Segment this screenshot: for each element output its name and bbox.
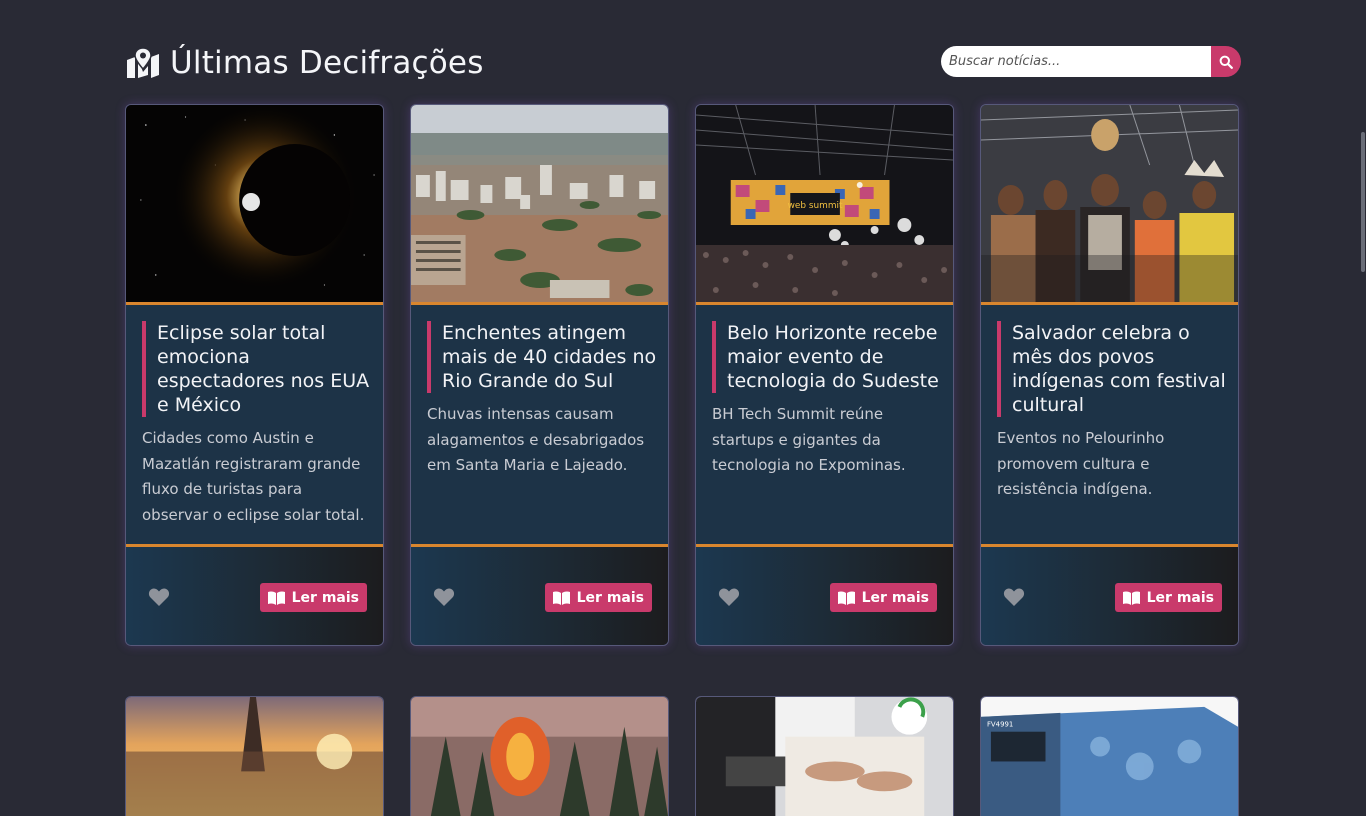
heart-icon <box>433 588 455 606</box>
solar-eclipse-photo <box>126 105 383 302</box>
card-footer: Ler mais <box>696 544 953 645</box>
news-card: Enchentes atingem mais de 40 cidades no … <box>410 104 669 646</box>
card-footer: Ler mais <box>126 544 383 645</box>
indigenous-festival-photo <box>981 105 1238 302</box>
heart-icon <box>718 588 740 606</box>
page-header: Últimas Decifrações <box>125 42 1241 84</box>
like-button[interactable] <box>718 587 740 607</box>
computer-operators-photo <box>696 697 953 816</box>
news-card: web summit Belo Horizonte recebe maior e… <box>695 104 954 646</box>
read-more-button[interactable]: Ler mais <box>259 583 367 612</box>
book-open-icon <box>1122 590 1140 605</box>
search-bar <box>941 46 1241 77</box>
book-open-icon <box>552 590 570 605</box>
read-more-label: Ler mais <box>576 589 644 606</box>
flooded-city-photo <box>411 105 668 302</box>
card-title[interactable]: Belo Horizonte recebe maior evento de te… <box>712 321 942 393</box>
search-input[interactable] <box>941 46 1211 77</box>
map-marked-icon <box>127 47 159 78</box>
svg-text:FV4991: FV4991 <box>987 721 1013 729</box>
page-title: Últimas Decifrações <box>170 45 484 81</box>
card-description: BH Tech Summit reúne startups e gigantes… <box>712 405 906 474</box>
card-image[interactable]: web summit <box>696 105 953 305</box>
card-image[interactable] <box>981 105 1238 305</box>
read-more-button[interactable]: Ler mais <box>544 583 652 612</box>
news-card[interactable] <box>695 696 954 816</box>
card-title[interactable]: Eclipse solar total emociona espectadore… <box>142 321 372 417</box>
read-more-label: Ler mais <box>861 589 929 606</box>
card-body: Belo Horizonte recebe maior evento de te… <box>712 321 942 479</box>
card-image[interactable] <box>411 105 668 305</box>
news-card[interactable]: FV4991 <box>980 696 1239 816</box>
news-card[interactable] <box>410 696 669 816</box>
card-footer: Ler mais <box>411 544 668 645</box>
card-body: Enchentes atingem mais de 40 cidades no … <box>427 321 657 479</box>
card-body: Eclipse solar total emociona espectadore… <box>142 321 372 528</box>
card-image[interactable] <box>126 105 383 305</box>
tech-event-stage-photo: web summit <box>696 105 953 302</box>
book-open-icon <box>267 590 285 605</box>
news-card: Salvador celebra o mês dos povos indígen… <box>980 104 1239 646</box>
page-scrollbar[interactable] <box>1361 132 1365 272</box>
card-title[interactable]: Salvador celebra o mês dos povos indígen… <box>997 321 1227 417</box>
title-group: Últimas Decifrações <box>125 42 484 84</box>
read-more-label: Ler mais <box>291 589 359 606</box>
card-title[interactable]: Enchentes atingem mais de 40 cidades no … <box>427 321 657 393</box>
forest-fire-photo <box>411 697 668 816</box>
card-footer: Ler mais <box>981 544 1238 645</box>
heart-icon <box>148 588 170 606</box>
news-card: Eclipse solar total emociona espectadore… <box>125 104 384 646</box>
eiffel-tower-sunset-photo <box>126 697 383 816</box>
like-button[interactable] <box>148 587 170 607</box>
train-photo: FV4991 <box>981 697 1238 816</box>
book-open-icon <box>837 590 855 605</box>
like-button[interactable] <box>433 587 455 607</box>
card-description: Eventos no Pelourinho promovem cultura e… <box>997 429 1165 498</box>
svg-text:web summit: web summit <box>788 201 843 211</box>
card-body: Salvador celebra o mês dos povos indígen… <box>997 321 1227 503</box>
news-card[interactable] <box>125 696 384 816</box>
card-description: Cidades como Austin e Mazatlán registrar… <box>142 429 365 524</box>
card-description: Chuvas intensas causam alagamentos e des… <box>427 405 645 474</box>
read-more-label: Ler mais <box>1146 589 1214 606</box>
search-button[interactable] <box>1211 46 1241 77</box>
like-button[interactable] <box>1003 587 1025 607</box>
read-more-button[interactable]: Ler mais <box>1114 583 1222 612</box>
heart-icon <box>1003 588 1025 606</box>
read-more-button[interactable]: Ler mais <box>829 583 937 612</box>
search-icon <box>1219 55 1233 69</box>
